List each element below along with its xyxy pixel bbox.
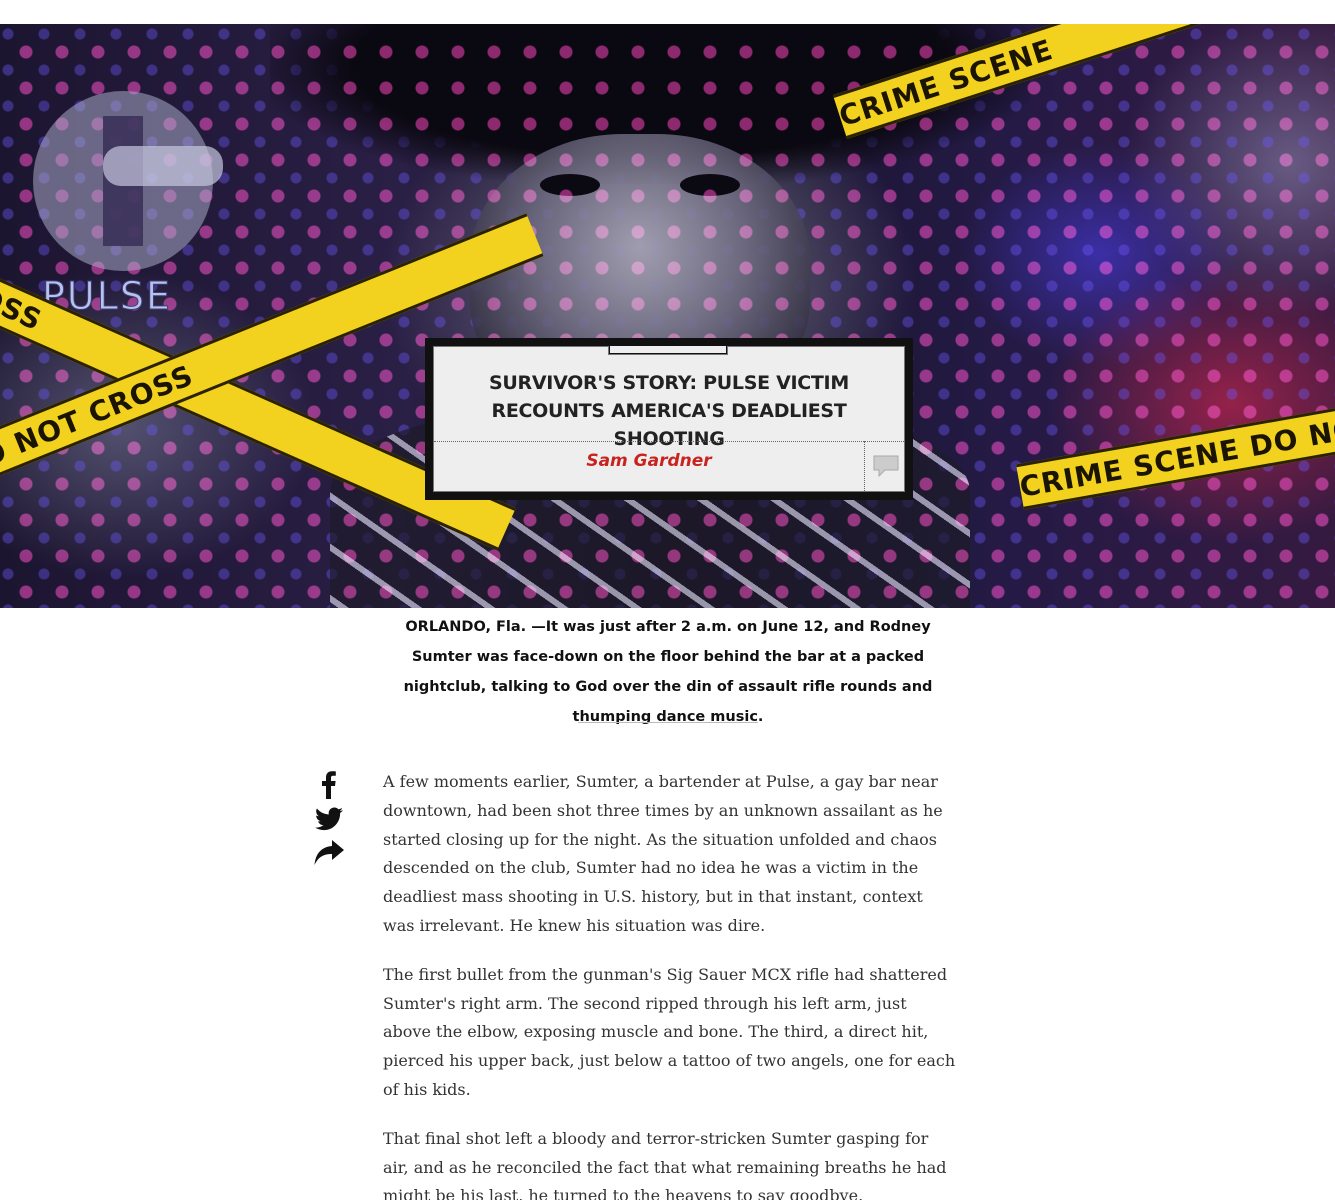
headline-card: SURVIVOR'S STORY: PULSE VICTIM RECOUNTS … bbox=[425, 338, 913, 500]
twitter-share-button[interactable] bbox=[312, 806, 346, 832]
article-body: A few moments earlier, Sumter, a bartend… bbox=[383, 768, 958, 1200]
headline-card-inner: SURVIVOR'S STORY: PULSE VICTIM RECOUNTS … bbox=[433, 346, 905, 492]
article-paragraph: A few moments earlier, Sumter, a bartend… bbox=[383, 772, 943, 935]
hero-image: PULSE CROSS DO NOT CROSS CRIME SCENE CRI… bbox=[0, 24, 1335, 608]
twitter-icon bbox=[315, 807, 343, 831]
author-byline[interactable]: Sam Gardner bbox=[434, 451, 864, 471]
headline-notch bbox=[608, 346, 728, 355]
article-lede: ORLANDO, Fla. —It was just after 2 a.m. … bbox=[403, 619, 933, 725]
pulse-logo-icon bbox=[33, 91, 223, 271]
article-paragraph: The first bullet from the gunman's Sig S… bbox=[383, 964, 956, 1099]
article-paragraph: That final shot left a bloody and terror… bbox=[383, 1128, 947, 1200]
share-bar bbox=[312, 771, 346, 866]
lede-divider bbox=[578, 722, 758, 723]
share-icon bbox=[314, 840, 344, 865]
comments-button[interactable] bbox=[864, 441, 904, 491]
more-share-button[interactable] bbox=[312, 840, 346, 866]
comment-icon bbox=[873, 455, 899, 477]
headline-divider bbox=[434, 441, 904, 442]
facebook-share-button[interactable] bbox=[312, 771, 346, 799]
facebook-icon bbox=[322, 771, 336, 799]
